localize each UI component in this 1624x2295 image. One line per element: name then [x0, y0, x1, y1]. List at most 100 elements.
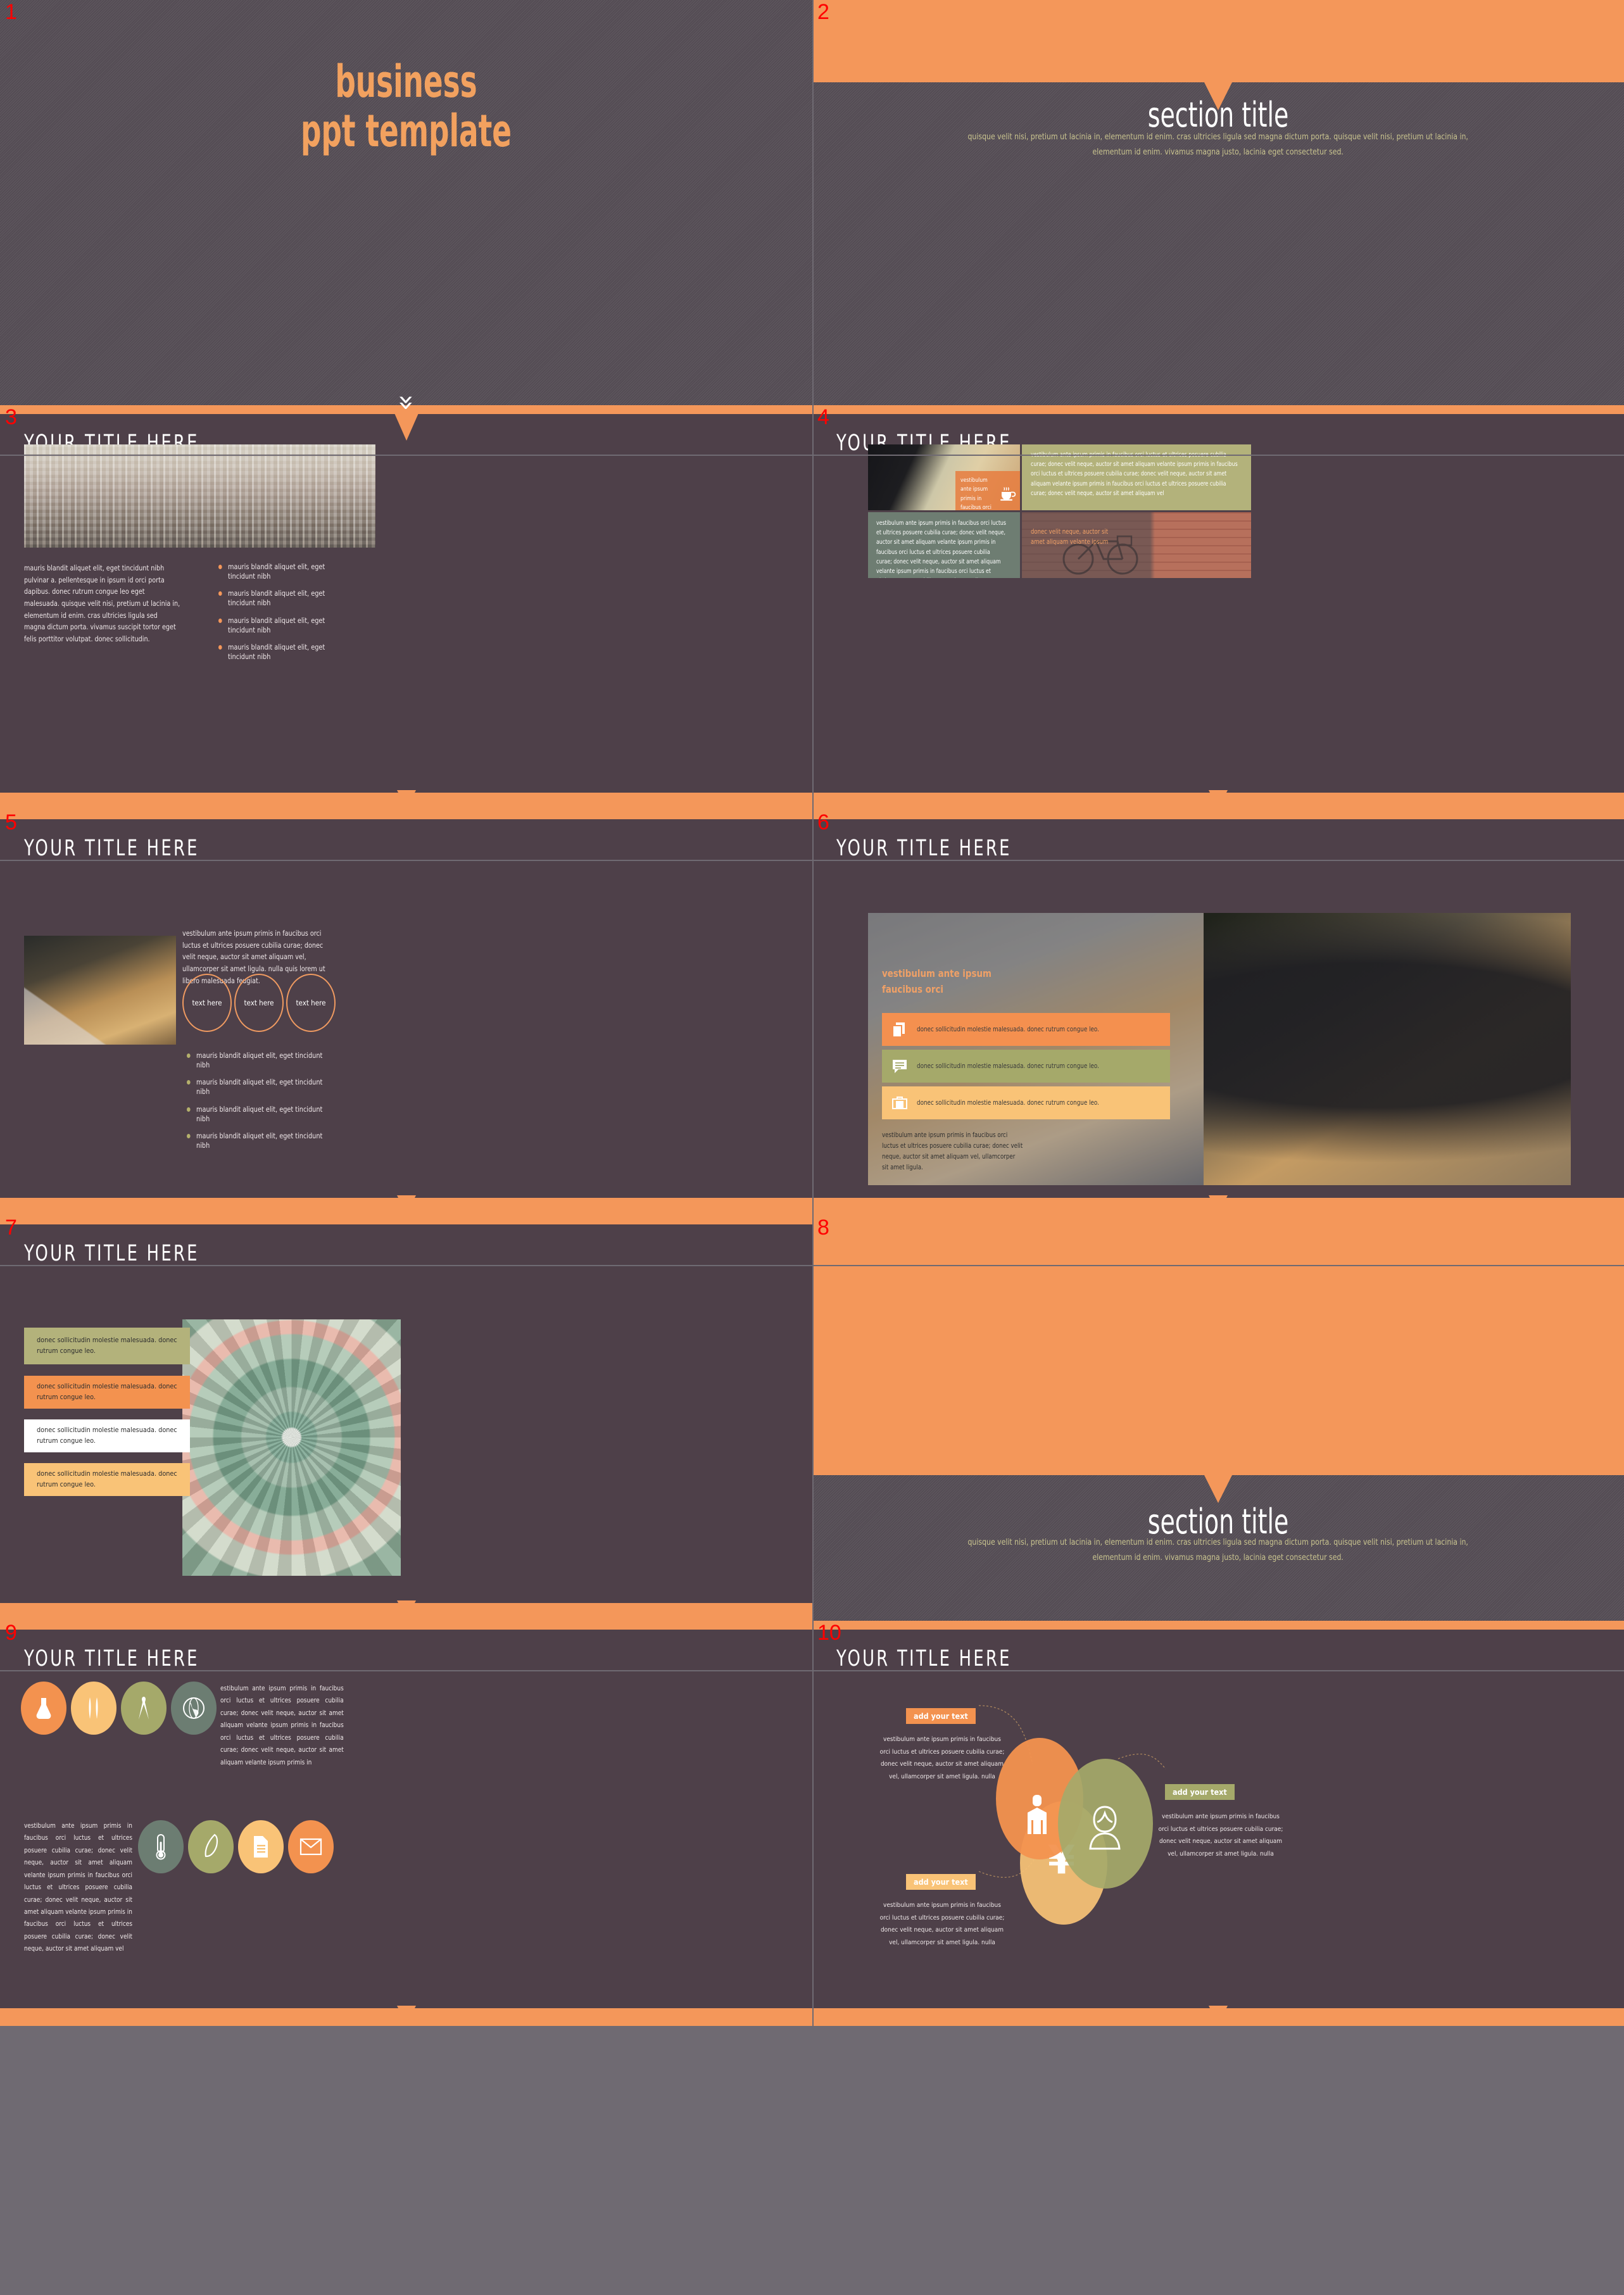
list-item: mauris blandit aliquet elit, eget tincid…: [218, 616, 349, 635]
chip-text: donec sollicitudin molestie malesuada. d…: [917, 1062, 1099, 1070]
slide-8-section[interactable]: 8 section title quisque velit nisi, pret…: [812, 1216, 1624, 1621]
chip-row-3[interactable]: donec sollicitudin molestie malesuada. d…: [882, 1086, 1170, 1119]
slide-1-cover[interactable]: 1 business ppt template »: [0, 0, 812, 455]
top-accent-bar: [812, 405, 1624, 414]
slide-number: 9: [5, 1621, 17, 1645]
slide-number: 7: [5, 1216, 17, 1240]
band-text: donec sollicitudin molestie malesuada. d…: [37, 1469, 177, 1488]
step-band-2[interactable]: donec sollicitudin molestie malesuada. d…: [24, 1376, 190, 1409]
bottom-notch: [396, 1195, 416, 1214]
cover-notch: [392, 409, 420, 441]
row-gutter: [0, 455, 1624, 456]
circle-badge-3[interactable]: text here: [286, 974, 336, 1032]
row-gutter: [0, 860, 1624, 861]
bottom-notch: [396, 2006, 416, 2025]
tag-badge-2[interactable]: add your text: [1165, 1784, 1235, 1800]
coffee-cup-icon-svg: [1000, 487, 1016, 501]
document-icon[interactable]: [238, 1820, 284, 1873]
tag-badge-1[interactable]: add your text: [906, 1708, 976, 1724]
top-accent-bar: [0, 1216, 812, 1224]
venn-circle-olive[interactable]: [1058, 1759, 1153, 1889]
column-gutter: [812, 0, 814, 2295]
slide-4-tile-grid: vestibulum ante ipsum primis in faucibus…: [868, 444, 1571, 698]
circle-badge-1[interactable]: text here: [182, 974, 232, 1032]
flask-icon[interactable]: [21, 1682, 66, 1735]
businessman-icon-svg: [1028, 1795, 1047, 1834]
slide-4-content[interactable]: 4 YOUR TITLE HERE vestibulum ante ipsum …: [812, 405, 1624, 810]
slide-number: 10: [817, 1621, 841, 1645]
slide-5-bullet-list: mauris blandit aliquet elit, eget tincid…: [187, 1051, 332, 1159]
slide-number: 6: [817, 810, 829, 834]
slide-6-content[interactable]: 6 YOUR TITLE HERE vestibulum ante ipsum …: [812, 810, 1624, 1216]
cover-title-line-2: ppt template: [300, 105, 512, 158]
slide-number: 8: [817, 1216, 829, 1240]
chip-row-2[interactable]: donec sollicitudin molestie malesuada. d…: [882, 1050, 1170, 1083]
section-subtitle: quisque velit nisi, pretium ut lacinia i…: [967, 1537, 1469, 1562]
bottom-notch: [1209, 790, 1228, 809]
band-text: donec sollicitudin molestie malesuada. d…: [37, 1382, 177, 1401]
row-gutter: [0, 2075, 1624, 2077]
step-band-4[interactable]: donec sollicitudin molestie malesuada. d…: [24, 1463, 190, 1496]
slide-9-text-right: estibulum ante ipsum primis in faucibus …: [220, 1685, 344, 1766]
list-item: mauris blandit aliquet elit, eget tincid…: [218, 589, 349, 608]
globe-icon[interactable]: [171, 1682, 217, 1735]
slide-10-content[interactable]: 10 YOUR TITLE HERE ¥ add your text vesti…: [812, 1621, 1624, 2026]
tag-description-1: vestibulum ante ipsum primis in faucibus…: [879, 1736, 1005, 1780]
slide-7-content[interactable]: 7 YOUR TITLE HERE donec sollicitudin mol…: [0, 1216, 812, 1621]
businessman-icon: [1021, 1794, 1053, 1842]
tag-badge-3[interactable]: add your text: [906, 1874, 976, 1890]
globe-icon-svg: [183, 1697, 205, 1719]
slide-5-content[interactable]: 5 YOUR TITLE HERE vestibulum ante ipsum …: [0, 810, 812, 1216]
slide-9-content[interactable]: 9 YOUR TITLE HERE estibulum ante ipsum p…: [0, 1621, 812, 2026]
slide-3-content[interactable]: 3 YOUR TITLE HERE mauris blandit aliquet…: [0, 405, 812, 810]
businesswoman-icon-svg: [1089, 1806, 1121, 1850]
slide-number: 4: [817, 405, 829, 429]
slide-9-text-left: vestibulum ante ipsum primis in faucibus…: [24, 1822, 132, 1953]
coffee-cup-icon: [999, 484, 1017, 506]
bicycle-wall-photo: donec velit neque, auctor sit amet aliqu…: [1022, 512, 1251, 578]
bottom-notch: [396, 790, 416, 809]
section-title: section title: [1147, 95, 1289, 135]
compass-icon[interactable]: [121, 1682, 167, 1735]
thermometer-icon[interactable]: [138, 1820, 184, 1873]
pens-icon[interactable]: [71, 1682, 116, 1735]
slide-6-footer-text: vestibulum ante ipsum primis in faucibus…: [882, 1131, 1023, 1171]
slide-title: YOUR TITLE HERE: [24, 1646, 199, 1671]
briefcase-icon: [882, 1095, 917, 1110]
top-accent-bar: [0, 1621, 812, 1630]
cover-title: business ppt template: [114, 57, 699, 156]
section-subtitle: quisque velit nisi, pretium ut lacinia i…: [967, 132, 1469, 157]
chip-row-1[interactable]: donec sollicitudin molestie malesuada. d…: [882, 1013, 1170, 1046]
envelope-icon-svg: [299, 1838, 322, 1856]
list-item: mauris blandit aliquet elit, eget tincid…: [187, 1131, 324, 1150]
double-chevron-down-icon: »: [390, 394, 423, 412]
slide-title: YOUR TITLE HERE: [24, 836, 199, 861]
copy-icon: [882, 1021, 917, 1038]
compass-icon-svg: [139, 1697, 149, 1720]
tag-label: add your text: [914, 1877, 968, 1887]
envelope-icon[interactable]: [288, 1820, 334, 1873]
pens-icon-svg: [89, 1697, 98, 1719]
feather-icon[interactable]: [188, 1820, 234, 1873]
slide-deck-contact-sheet: 1 business ppt template » 2 section titl…: [0, 0, 1624, 2295]
circle-label: text here: [244, 998, 274, 1007]
slide-6-headline: vestibulum ante ipsum faucibus orci: [882, 967, 991, 995]
row-gutter: [0, 1670, 1624, 1671]
slide-number: 3: [5, 405, 17, 429]
band-text: donec sollicitudin molestie malesuada. d…: [37, 1336, 177, 1355]
bottom-notch: [1209, 1195, 1228, 1214]
tag-label: add your text: [914, 1711, 968, 1721]
row-gutter: [0, 1265, 1624, 1266]
list-item: mauris blandit aliquet elit, eget tincid…: [187, 1078, 324, 1097]
circle-badge-2[interactable]: text here: [234, 974, 284, 1032]
cover-title-line-1: business: [335, 56, 477, 108]
bottom-notch: [396, 1600, 416, 1619]
chip-text: donec sollicitudin molestie malesuada. d…: [917, 1098, 1099, 1107]
step-band-1[interactable]: donec sollicitudin molestie malesuada. d…: [24, 1328, 190, 1364]
speech-bubble-icon: [882, 1058, 917, 1074]
flask-icon-svg: [36, 1698, 51, 1719]
band-text: donec sollicitudin molestie malesuada. d…: [37, 1426, 177, 1445]
slide-2-section[interactable]: 2 section title quisque velit nisi, pret…: [812, 0, 1624, 455]
step-band-3[interactable]: donec sollicitudin molestie malesuada. d…: [24, 1419, 190, 1452]
slide-number: 2: [817, 0, 829, 24]
